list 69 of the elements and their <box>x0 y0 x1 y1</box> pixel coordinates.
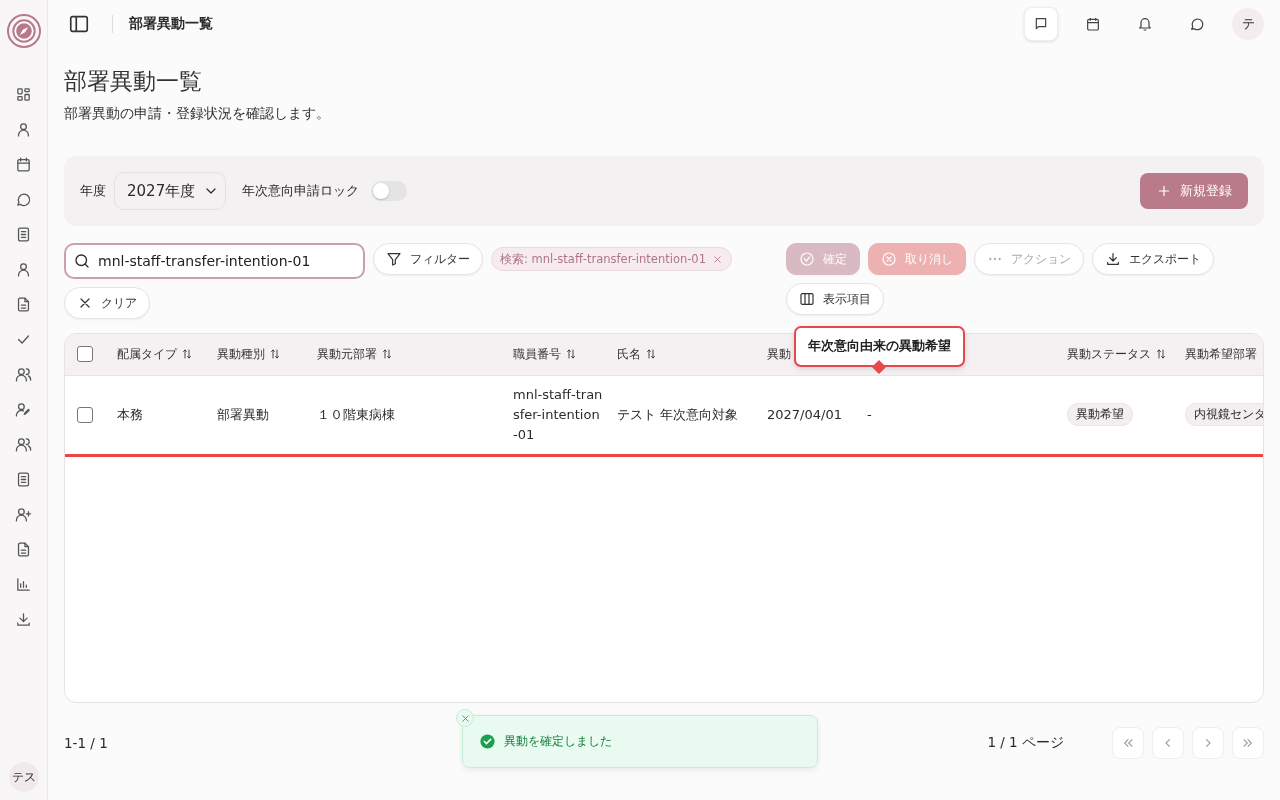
table-cell: 部署異動 <box>217 406 269 422</box>
check-circle-icon <box>479 733 496 750</box>
chat-bubble-icon <box>1189 16 1205 32</box>
column-header[interactable]: 異動種別 <box>217 346 265 362</box>
sidebar-users-icon[interactable] <box>15 366 32 383</box>
sidebar-user-add-icon[interactable] <box>15 506 32 523</box>
select-all-checkbox[interactable] <box>77 346 93 363</box>
close-icon <box>459 712 471 724</box>
sidebar-document-list-icon[interactable] <box>15 226 32 243</box>
status-tag: 内視鏡センタ <box>1185 403 1263 426</box>
sidebar-chat-bubble-icon[interactable] <box>15 191 32 208</box>
bell-icon <box>1137 16 1153 32</box>
sort-icon <box>269 348 281 361</box>
sidebar-user-icon[interactable] <box>15 261 32 278</box>
funnel-icon <box>386 251 402 267</box>
column-header[interactable]: 氏名 <box>617 346 641 362</box>
year-label: 年度 <box>80 182 106 200</box>
clear-button[interactable]: クリア <box>64 287 150 319</box>
sort-icon <box>381 348 393 361</box>
column-header[interactable]: 異動元部署 <box>317 346 377 362</box>
page-indicator: 1 / 1 ページ <box>987 734 1064 752</box>
sort-icon <box>565 348 577 361</box>
row-checkbox[interactable] <box>77 406 93 423</box>
sidebar-users-icon[interactable] <box>15 436 32 453</box>
cancel-circle-icon <box>881 251 897 267</box>
sidebar-document-icon[interactable] <box>15 296 32 313</box>
plus-icon <box>1156 183 1172 199</box>
toast-message: 異動を確定しました <box>504 733 612 750</box>
sort-icon <box>181 348 193 361</box>
feedback-button[interactable] <box>1024 7 1058 41</box>
sidebar-user-edit-icon[interactable] <box>15 401 32 418</box>
page-title: 部署異動一覧 <box>64 67 203 96</box>
sidebar-dashboard-icon[interactable] <box>15 86 32 103</box>
filter-button[interactable]: フィルター <box>373 243 483 275</box>
table-cell: １０階東病棟 <box>317 406 395 422</box>
sidebar-calendar-icon[interactable] <box>15 156 32 173</box>
close-icon <box>712 253 723 265</box>
user-avatar[interactable]: テス <box>8 762 39 792</box>
sidebar-document-icon[interactable] <box>15 541 32 558</box>
table-cell: テスト 年次意向対象 <box>617 406 739 422</box>
lock-toggle[interactable] <box>371 181 408 201</box>
year-select[interactable]: 2027年度 <box>114 172 227 210</box>
search-field[interactable]: mnl-staff-transfer-intention-01 <box>64 243 365 279</box>
toast-close-button[interactable] <box>456 709 474 727</box>
sort-icon <box>645 348 657 361</box>
record-range: 1-1 / 1 <box>64 735 108 751</box>
page-subtitle: 部署異動の申請・登録状況を確認します。 <box>64 105 331 123</box>
table-cell: 本務 <box>117 406 143 422</box>
sidebar-download-icon[interactable] <box>15 611 32 628</box>
column-header[interactable]: 異動 <box>767 346 791 362</box>
columns-icon <box>799 291 815 307</box>
header-title: 部署異動一覧 <box>129 15 213 33</box>
calendar-icon <box>1085 16 1101 32</box>
sidebar-document-list-icon[interactable] <box>15 471 32 488</box>
lock-label: 年次意向申請ロック <box>242 182 360 200</box>
compass-logo[interactable] <box>6 14 41 48</box>
sidebar-user-icon[interactable] <box>15 121 32 138</box>
columns-button[interactable]: 表示項目 <box>786 283 884 315</box>
download-icon <box>1105 251 1121 267</box>
column-header[interactable]: 職員番号 <box>513 346 561 362</box>
sidebar-bar-chart-icon[interactable] <box>15 576 32 593</box>
check-circle-icon <box>799 251 815 267</box>
sort-icon <box>1155 348 1167 361</box>
table-cell: - <box>867 407 872 422</box>
status-tag: 異動希望 <box>1067 403 1133 426</box>
table-cell-text: mnl-staff-transfer-intention-01 <box>513 385 603 444</box>
table-cell: 2027/04/01 <box>767 407 842 422</box>
user-avatar[interactable]: テ <box>1232 8 1264 40</box>
export-button[interactable]: エクスポート <box>1092 243 1214 275</box>
